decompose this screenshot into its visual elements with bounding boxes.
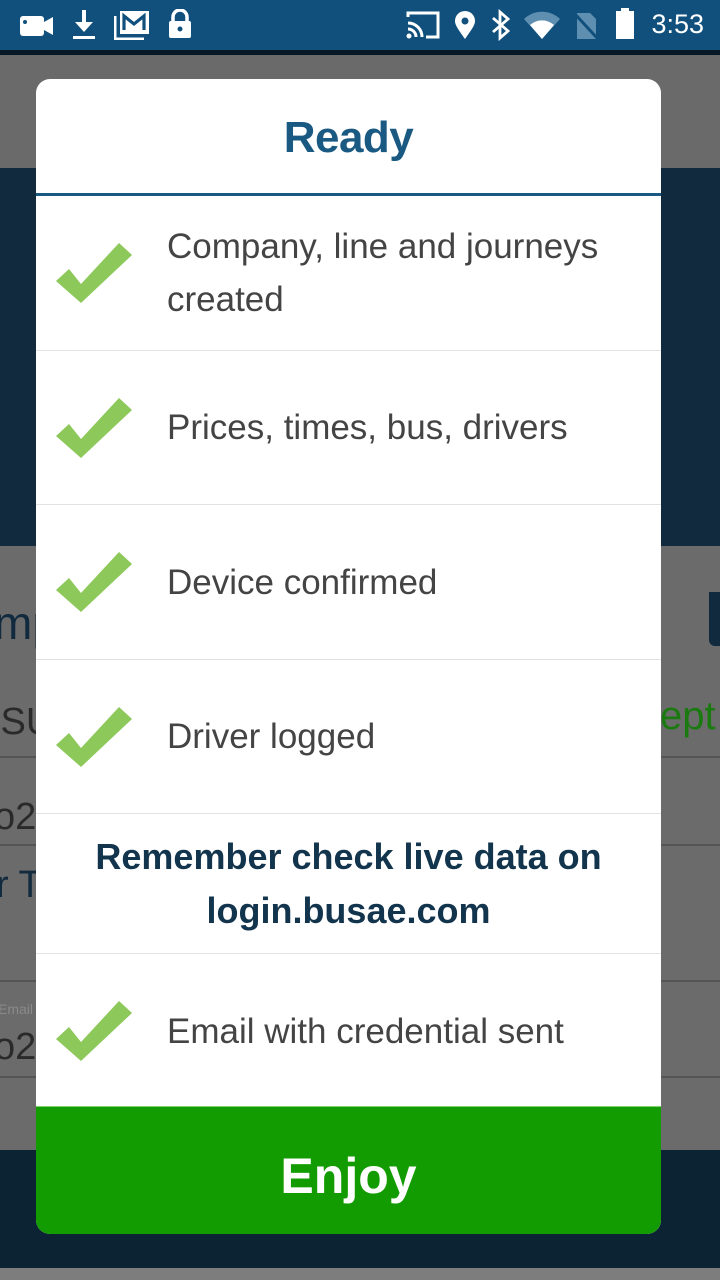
- location-pin-icon: [455, 11, 475, 39]
- background-value-fragment: o2: [0, 796, 37, 838]
- checkmark-icon: [56, 552, 132, 612]
- checklist-item: Company, line and journeys created: [36, 196, 661, 351]
- checkmark-icon: [56, 243, 132, 303]
- video-camera-icon: [20, 16, 53, 36]
- ready-dialog: Ready Company, line and journeys created…: [36, 79, 661, 1234]
- checklist-item-label: Email with credential sent: [167, 1011, 564, 1051]
- checkmark-icon: [56, 706, 132, 767]
- enjoy-button[interactable]: Enjoy: [36, 1106, 661, 1234]
- reminder-link[interactable]: login.busae.com: [206, 884, 490, 938]
- checklist-item-label: Driver logged: [167, 717, 376, 756]
- background-accept-fragment[interactable]: ept: [660, 694, 716, 739]
- checklist-item: Email with credential sent: [36, 954, 661, 1108]
- wifi-icon: [524, 11, 560, 39]
- cast-icon: [406, 11, 440, 39]
- clock: 3:53: [651, 9, 704, 39]
- checklist-item-label: Company, line and journeys created: [167, 227, 599, 319]
- dialog-title: Ready: [283, 113, 414, 162]
- gmail-icon: [114, 11, 149, 40]
- navigation-bar: [0, 1268, 720, 1280]
- checklist-item: Prices, times, bus, drivers: [36, 351, 661, 505]
- checklist-item: Device confirmed: [36, 505, 661, 660]
- lock-icon: [169, 9, 191, 38]
- reminder-text: Remember check live data on: [95, 835, 602, 877]
- status-bar: 3:53: [0, 0, 720, 50]
- download-icon: [73, 10, 95, 39]
- checkmark-icon: [56, 397, 132, 458]
- battery-icon: [616, 8, 634, 39]
- checklist-item-label: Prices, times, bus, drivers: [167, 408, 568, 447]
- no-sim-icon: [572, 11, 600, 40]
- background-trash-icon: [709, 592, 720, 646]
- reminder-note: Remember check live data on login.busae.…: [36, 814, 661, 954]
- background-email-value-fragment: o2: [0, 1026, 37, 1068]
- checklist-item-label: Device confirmed: [167, 562, 438, 602]
- bluetooth-icon: [492, 9, 511, 41]
- checklist-item: Driver logged: [36, 660, 661, 814]
- checkmark-icon: [56, 1001, 132, 1061]
